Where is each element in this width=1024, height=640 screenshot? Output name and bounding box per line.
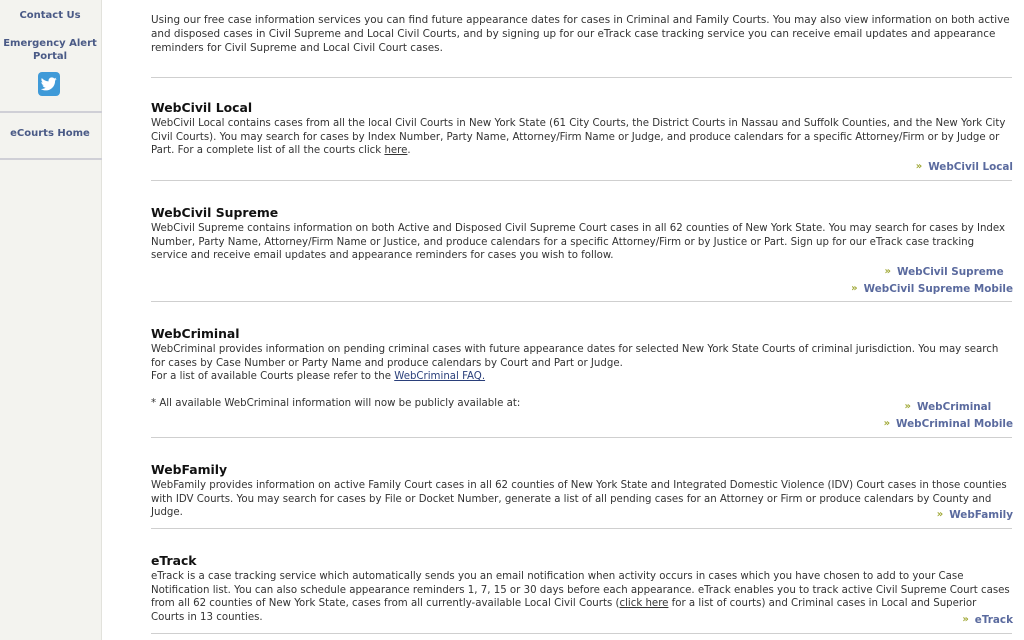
section-title: WebFamily	[151, 462, 228, 477]
courts-list-here-link[interactable]: here	[384, 145, 407, 156]
link-label: WebCivil Supreme Mobile	[863, 282, 1013, 295]
webfamily-section: WebFamily WebFamily provides information…	[151, 462, 1012, 520]
chevron-right-icon: »	[936, 509, 944, 520]
twitter-icon[interactable]	[38, 72, 60, 96]
webcriminal-faq-link[interactable]: WebCriminal FAQ.	[394, 371, 485, 382]
link-label: WebFamily	[949, 509, 1013, 521]
section-divider	[151, 180, 1012, 181]
link-label: WebCriminal	[917, 401, 992, 413]
section-title: WebCivil Supreme	[151, 205, 279, 220]
section-description: WebCivil Supreme contains information on…	[151, 223, 1006, 262]
sidebar-divider	[0, 158, 102, 160]
etrack-section: eTrack eTrack is a case tracking service…	[151, 553, 1012, 624]
sidebar-divider	[0, 111, 102, 113]
link-label: WebCriminal Mobile	[896, 417, 1013, 430]
etrack-link[interactable]: » eTrack	[962, 612, 1013, 629]
section-title: eTrack	[151, 553, 197, 568]
webcriminal-link[interactable]: » WebCriminal	[884, 399, 1013, 416]
chevron-right-icon: »	[883, 417, 891, 429]
etrack-links: » eTrack	[962, 612, 1013, 629]
webfamily-links: » WebFamily	[937, 507, 1013, 524]
section-divider	[151, 528, 1012, 529]
webcivil-supreme-section: WebCivil Supreme WebCivil Supreme contai…	[151, 205, 1012, 263]
emergency-alert-portal-link[interactable]: Emergency Alert Portal	[0, 37, 100, 63]
section-description: WebCivil Local contains cases from all t…	[151, 117, 1012, 158]
webcivil-supreme-links: » WebCivil Supreme » WebCivil Supreme Mo…	[851, 264, 1013, 297]
webcivil-supreme-link[interactable]: » WebCivil Supreme	[851, 264, 1013, 281]
webcivil-local-section: WebCivil Local WebCivil Local contains c…	[151, 100, 1012, 158]
section-divider	[151, 633, 1012, 634]
webcivil-local-link[interactable]: » WebCivil Local	[916, 159, 1013, 176]
left-sidebar: Contact Us Emergency Alert Portal eCourt…	[0, 0, 102, 640]
section-divider	[151, 437, 1012, 438]
section-title: WebCriminal	[151, 326, 240, 341]
chevron-right-icon: »	[851, 282, 858, 294]
chevron-right-icon: »	[904, 401, 912, 412]
section-divider	[151, 301, 1012, 302]
chevron-right-icon: »	[962, 614, 969, 625]
description-text: WebCivil Local contains cases from all t…	[151, 118, 1006, 157]
intro-text: Using our free case information services…	[151, 14, 1010, 54]
description-end: .	[407, 145, 411, 157]
chevron-right-icon: »	[915, 161, 923, 172]
section-title: WebCivil Local	[151, 100, 253, 115]
twitter-bird-icon	[41, 77, 57, 91]
webcriminal-mobile-link[interactable]: » WebCriminal Mobile	[884, 416, 1013, 433]
webcivil-supreme-mobile-link[interactable]: » WebCivil Supreme Mobile	[851, 281, 1013, 298]
ecourts-home-link[interactable]: eCourts Home	[0, 127, 100, 140]
webcriminal-section: WebCriminal WebCriminal provides informa…	[151, 326, 1012, 384]
link-label: eTrack	[974, 614, 1013, 626]
link-label: WebCivil Local	[928, 161, 1013, 173]
webcriminal-note: * All available WebCriminal information …	[151, 398, 521, 409]
chevron-right-icon: »	[884, 266, 892, 277]
courts-list-click-here-link[interactable]: click here	[619, 598, 668, 609]
contact-us-link[interactable]: Contact Us	[0, 9, 100, 22]
webfamily-link[interactable]: » WebFamily	[937, 507, 1013, 524]
description-text: WebCriminal provides information on pend…	[151, 344, 999, 369]
section-description: WebCriminal provides information on pend…	[151, 343, 1001, 384]
link-label: WebCivil Supreme	[897, 266, 1004, 278]
webcivil-local-links: » WebCivil Local	[916, 159, 1013, 176]
faq-prefix: For a list of available Courts please re…	[151, 371, 395, 383]
section-description: eTrack is a case tracking service which …	[151, 570, 1012, 624]
section-description: WebFamily provides information on active…	[151, 480, 1007, 519]
webcriminal-links: » WebCriminal » WebCriminal Mobile	[884, 399, 1013, 432]
section-divider	[151, 77, 1012, 78]
